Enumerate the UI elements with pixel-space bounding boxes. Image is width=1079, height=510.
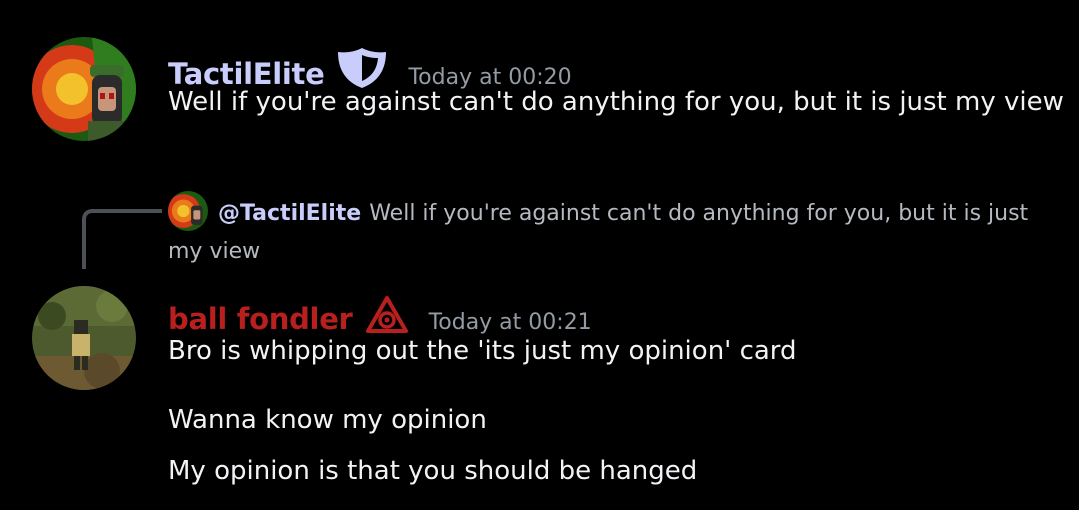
username[interactable]: ball fondler [168,302,353,336]
reply-preview[interactable]: @TactilElite Well if you're against can't… [168,191,1048,270]
username[interactable]: TactilElite [168,57,325,91]
triangle-emblem-icon[interactable] [365,295,409,339]
avatar[interactable] [32,286,136,390]
avatar[interactable] [32,37,136,141]
timestamp: Today at 00:21 [428,310,592,335]
reply-mention[interactable]: @TactilElite [218,201,361,226]
reply-spine [82,209,162,269]
message-text: Bro is whipping out the 'its just my opi… [168,336,797,366]
message-text: My opinion is that you should be hanged [168,456,698,486]
message-text: Wanna know my opinion [168,405,487,435]
reply-avatar [168,191,208,231]
message-text: Well if you're against can't do anything… [168,87,1064,117]
